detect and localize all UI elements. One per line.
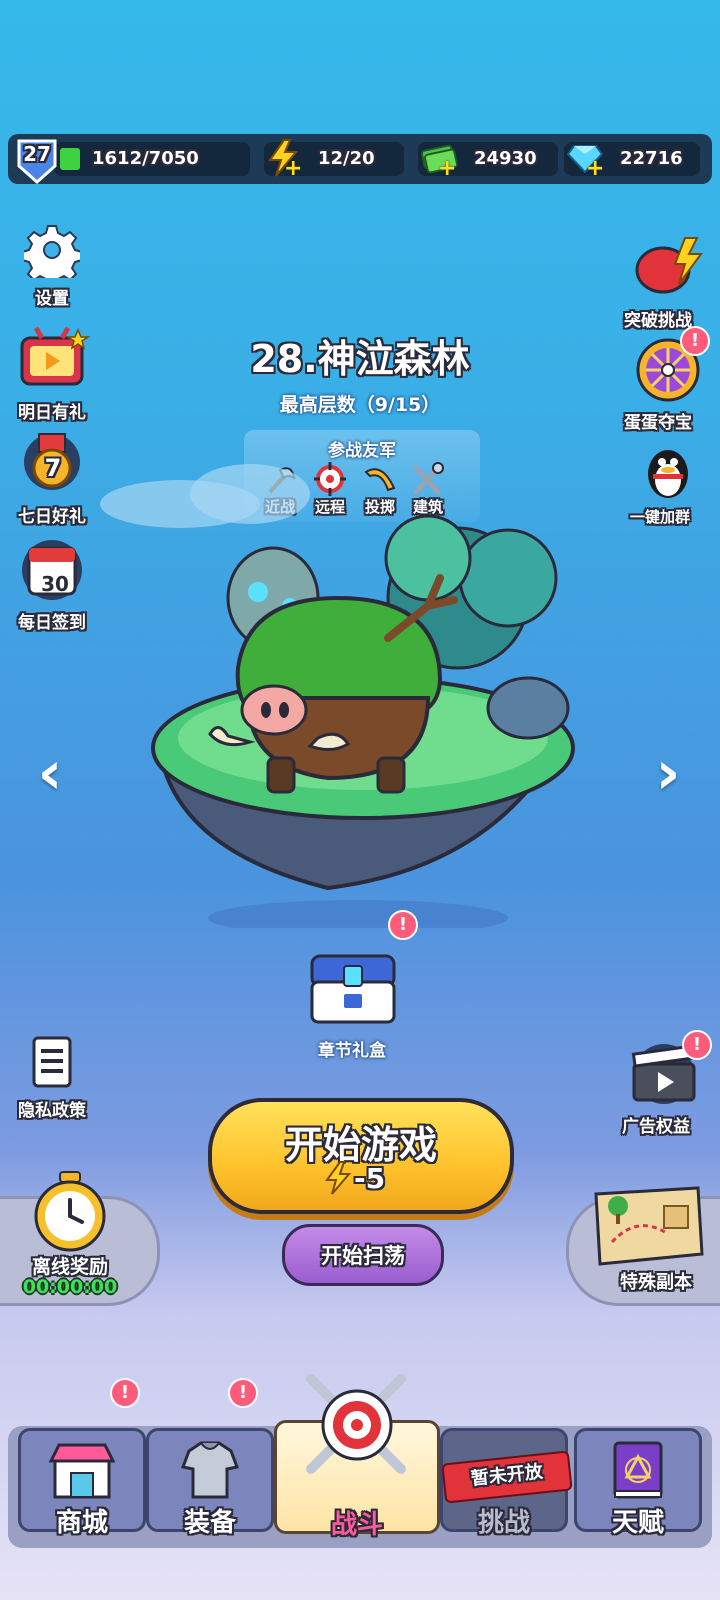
forest-island-boar-image	[151, 514, 575, 928]
special-dungeon-label: 特殊副本	[620, 1272, 692, 1293]
gear-icon	[21, 225, 83, 287]
player-level: 27	[23, 142, 51, 166]
document-icon	[32, 1036, 72, 1088]
start-sweep-button[interactable]: 开始扫荡	[282, 1224, 444, 1286]
tab-talent[interactable]: 天赋	[574, 1428, 702, 1538]
equipment-alert-badge: !	[228, 1378, 258, 1408]
previous-stage-arrow[interactable]: ‹	[28, 742, 72, 804]
not-open-ribbon: 暂未开放	[441, 1450, 573, 1504]
ad-rights-alert-badge: !	[682, 1030, 712, 1060]
privacy-label: 隐私政策	[18, 1101, 86, 1121]
cash-value: 24930	[474, 148, 537, 169]
tomorrow-gift-button[interactable]: 明日有礼	[4, 326, 100, 423]
chapter-gift-box-button[interactable]	[306, 946, 400, 1026]
tab-shop[interactable]: 商城	[18, 1428, 146, 1538]
xp-progress-fill	[60, 148, 80, 170]
egg-treasure-label: 蛋蛋夺宝	[624, 413, 692, 433]
not-open-label: 暂未开放	[469, 1461, 544, 1490]
join-group-label: 一键加群	[629, 508, 690, 526]
treasure-map-icon	[594, 1186, 704, 1266]
tab-challenge[interactable]: 暂未开放 挑战	[440, 1428, 573, 1538]
xp-value: 1612/7050	[92, 148, 199, 169]
privacy-policy-button[interactable]: 隐私政策	[4, 1036, 100, 1121]
energy-pill[interactable]: + 12/20	[264, 139, 404, 180]
settings-label: 设置	[35, 289, 69, 309]
add-energy-icon[interactable]: +	[284, 158, 302, 180]
armor-icon	[180, 1441, 240, 1499]
chapter-box-label: 章节礼盒	[318, 1041, 386, 1061]
breakthrough-button[interactable]: 突破挑战	[620, 236, 716, 331]
offline-reward-label: 离线奖励	[31, 1256, 108, 1278]
next-stage-arrow[interactable]: ›	[646, 742, 690, 804]
allies-label: 参战友军	[328, 441, 396, 461]
tomorrow-gift-label: 明日有礼	[18, 403, 86, 423]
shop-alert-badge: !	[110, 1378, 140, 1408]
egg-treasure-alert-badge: !	[680, 326, 710, 356]
add-gems-icon[interactable]: +	[586, 158, 604, 180]
stopwatch-icon	[34, 1171, 106, 1252]
boxing-glove-icon	[635, 237, 703, 294]
tab-equipment[interactable]: 装备	[146, 1428, 274, 1538]
resource-bar: 1612/7050 + 12/20 + 24930 + 22716	[8, 134, 712, 184]
seven-day-number: 7	[44, 454, 62, 482]
tab-shop-label: 商城	[55, 1508, 108, 1538]
chapter-box-alert-badge: !	[388, 910, 418, 940]
checkin-day-number: 30	[41, 572, 69, 596]
daily-checkin-label: 每日签到	[18, 613, 86, 633]
tab-battle[interactable]: 战斗	[274, 1374, 440, 1540]
tv-gift-icon	[20, 326, 91, 386]
shop-icon	[49, 1443, 115, 1499]
battle-target-icon	[306, 1374, 406, 1474]
start-game-label: 开始游戏	[284, 1123, 437, 1167]
settings-button[interactable]: 设置	[4, 222, 100, 309]
cash-pill[interactable]: + 24930	[418, 142, 558, 180]
add-cash-icon[interactable]: +	[438, 158, 456, 180]
start-sweep-label: 开始扫荡	[321, 1244, 405, 1268]
treasure-chest-icon	[310, 954, 396, 1024]
gem-pill[interactable]: + 22716	[564, 142, 700, 180]
energy-value: 12/20	[318, 148, 375, 169]
energy-cost-value: -5	[354, 1162, 386, 1195]
gem-value: 22716	[620, 148, 683, 169]
seven-day-gift-button[interactable]: 7 七日好礼	[4, 432, 100, 527]
daily-checkin-button[interactable]: 30 每日签到	[4, 538, 100, 633]
stage-title: 28.神泣森林	[250, 337, 470, 381]
seven-day-gift-label: 七日好礼	[18, 507, 86, 527]
tab-talent-label: 天赋	[611, 1508, 664, 1538]
tab-battle-label: 战斗	[330, 1510, 383, 1540]
penguin-icon	[648, 450, 688, 498]
tab-equipment-label: 装备	[183, 1508, 236, 1538]
tab-challenge-label: 挑战	[477, 1508, 530, 1538]
energy-cost-lightning-icon	[325, 1161, 352, 1195]
xp-pill: 1612/7050	[54, 142, 250, 176]
join-group-button[interactable]: 一键加群	[620, 444, 716, 527]
offline-timer: 00:00:00	[22, 1276, 118, 1298]
ad-rights-label: 广告权益	[622, 1117, 690, 1137]
highest-floor-text: 最高层数（9/15）	[279, 394, 441, 416]
spellbook-icon	[613, 1441, 663, 1499]
start-game-button[interactable]: 开始游戏 -5	[208, 1098, 514, 1214]
